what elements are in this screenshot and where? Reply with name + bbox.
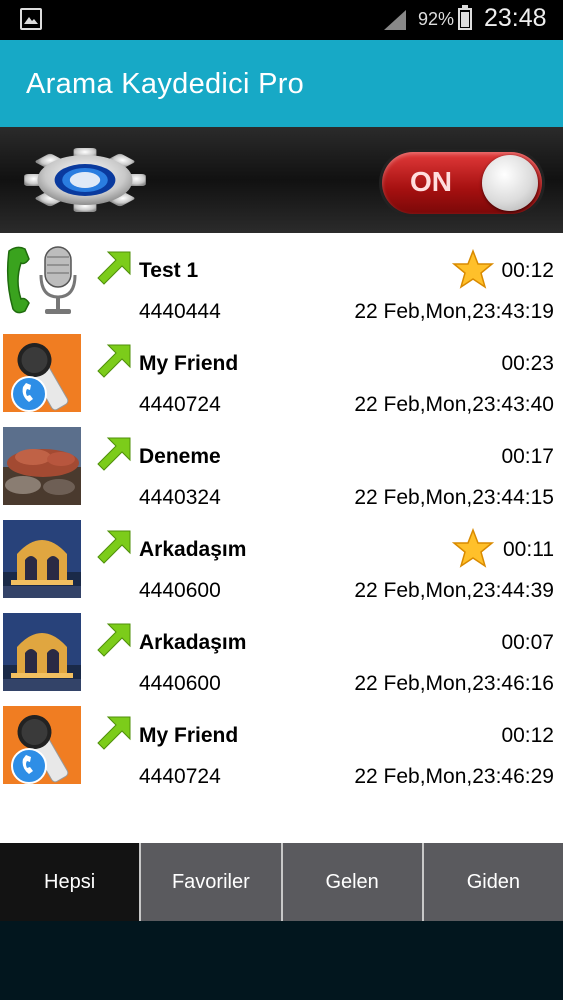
contact-name: My Friend <box>139 352 239 375</box>
contact-name: Deneme <box>139 445 221 468</box>
phone-mic-thumbnail <box>3 241 81 319</box>
palace-photo-thumbnail <box>3 520 81 598</box>
recording-row[interactable]: My Friend 00:12 4440724 22 Feb,Mon,23:46… <box>0 698 563 791</box>
clock: 23:48 <box>484 4 547 32</box>
tab-all[interactable]: Hepsi <box>0 843 140 921</box>
call-duration: 00:11 <box>503 538 554 561</box>
phone-number: 4440724 <box>139 765 221 788</box>
app-bar: Arama Kaydedici Pro <box>0 40 563 127</box>
call-duration: 00:07 <box>501 631 554 654</box>
contact-name: My Friend <box>139 724 239 747</box>
outgoing-call-icon <box>97 716 131 750</box>
recording-toggle[interactable]: ON <box>382 152 542 214</box>
microphone-thumbnail <box>3 706 81 784</box>
call-duration: 00:23 <box>501 352 554 375</box>
call-duration: 00:17 <box>501 445 554 468</box>
tab-favorites[interactable]: Favoriler <box>139 843 281 921</box>
toggle-label: ON <box>410 166 452 197</box>
contact-name: Test 1 <box>139 259 199 282</box>
tab-incoming[interactable]: Gelen <box>280 843 422 921</box>
call-datetime: 22 Feb,Mon,23:46:16 <box>354 672 554 695</box>
app-title: Arama Kaydedici Pro <box>26 68 305 100</box>
favorite-star-icon[interactable] <box>452 249 494 289</box>
recording-row[interactable]: Test 1 00:12 4440444 22 Feb,Mon,23:43:19 <box>0 233 563 326</box>
call-datetime: 22 Feb,Mon,23:43:40 <box>354 393 554 416</box>
signal-icon <box>384 10 406 30</box>
battery-icon <box>458 5 472 30</box>
battery-percent: 92% <box>418 9 455 29</box>
phone-number: 4440600 <box>139 579 221 602</box>
food-photo-thumbnail <box>3 427 81 505</box>
call-duration: 00:12 <box>501 259 554 282</box>
status-bar: 92% 23:48 <box>0 0 563 40</box>
palace-photo-thumbnail <box>3 613 81 691</box>
recording-row[interactable]: Arkadaşım 00:11 4440600 22 Feb,Mon,23:44… <box>0 512 563 605</box>
favorite-star-icon[interactable] <box>452 528 494 568</box>
outgoing-call-icon <box>97 251 131 285</box>
call-datetime: 22 Feb,Mon,23:46:29 <box>354 765 554 788</box>
phone-number: 4440444 <box>139 300 221 323</box>
recording-row[interactable]: Arkadaşım 00:07 4440600 22 Feb,Mon,23:46… <box>0 605 563 698</box>
contact-name: Arkadaşım <box>139 538 247 561</box>
microphone-thumbnail <box>3 334 81 412</box>
call-datetime: 22 Feb,Mon,23:43:19 <box>354 300 554 323</box>
outgoing-call-icon <box>97 623 131 657</box>
recording-row[interactable]: Deneme 00:17 4440324 22 Feb,Mon,23:44:15 <box>0 419 563 512</box>
outgoing-call-icon <box>97 344 131 378</box>
contact-name: Arkadaşım <box>139 631 247 654</box>
filter-tabs: Hepsi Favoriler Gelen Giden <box>0 843 563 921</box>
gear-icon[interactable] <box>20 147 150 213</box>
phone-number: 4440724 <box>139 393 221 416</box>
call-datetime: 22 Feb,Mon,23:44:15 <box>354 486 554 509</box>
recording-row[interactable]: My Friend 00:23 4440724 22 Feb,Mon,23:43… <box>0 326 563 419</box>
toggle-knob[interactable] <box>482 155 538 211</box>
phone-number: 4440600 <box>139 672 221 695</box>
outgoing-call-icon <box>97 530 131 564</box>
call-datetime: 22 Feb,Mon,23:44:39 <box>354 579 554 602</box>
tab-outgoing[interactable]: Giden <box>421 843 563 921</box>
phone-number: 4440324 <box>139 486 221 509</box>
outgoing-call-icon <box>97 437 131 471</box>
call-duration: 00:12 <box>501 724 554 747</box>
bottom-background <box>0 921 563 1000</box>
gallery-icon <box>20 8 42 30</box>
